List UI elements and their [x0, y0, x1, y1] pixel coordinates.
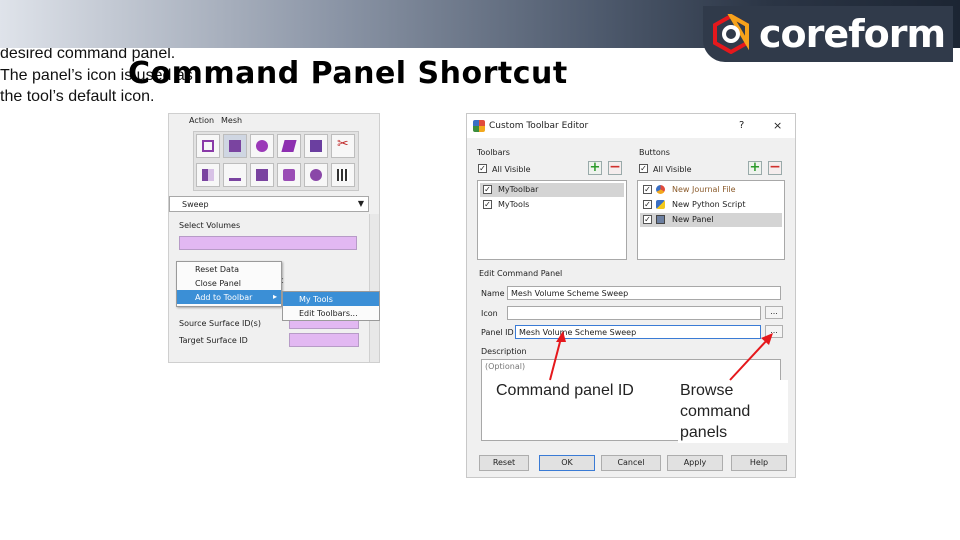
source-surface-label: Source Surface ID(s) — [179, 319, 261, 328]
panel-id-annotation: Command panel ID — [494, 380, 654, 401]
mesh-tool-button[interactable] — [250, 134, 274, 158]
list-item[interactable]: ✓ New Panel — [640, 213, 782, 227]
scissors-icon: ✂ — [337, 136, 349, 152]
coreform-logo: coreform — [703, 6, 953, 62]
target-surface-label: Target Surface ID — [179, 336, 248, 345]
list-item-checkbox[interactable]: ✓ — [643, 185, 652, 194]
scrollbar[interactable] — [369, 214, 379, 362]
panel-icon — [656, 215, 665, 224]
list-item[interactable]: ✓ New Journal File — [640, 183, 782, 197]
coreform-logo-icon — [713, 14, 749, 54]
scheme-dropdown[interactable]: Sweep ▼ — [169, 196, 369, 212]
list-item-label: New Python Script — [672, 200, 746, 209]
cancel-button[interactable]: Cancel — [601, 455, 661, 471]
target-surface-input[interactable] — [289, 333, 359, 347]
chevron-down-icon: ▼ — [357, 199, 364, 208]
tab-mesh[interactable]: Mesh — [221, 116, 242, 125]
mesh-tool-button[interactable] — [304, 134, 328, 158]
remove-toolbar-button[interactable]: − — [608, 160, 622, 175]
journal-icon — [656, 185, 665, 194]
reset-button[interactable]: Reset — [479, 455, 529, 471]
ok-button[interactable]: OK — [539, 455, 595, 471]
help-button[interactable]: Help — [731, 455, 787, 471]
list-item-label: MyTools — [498, 200, 530, 209]
icon-field[interactable] — [507, 306, 761, 320]
mesh-tool-button[interactable] — [196, 163, 220, 187]
python-icon — [656, 200, 665, 209]
list-item-checkbox[interactable]: ✓ — [483, 200, 492, 209]
mesh-tool-button[interactable]: ✂ — [331, 134, 355, 158]
menu-item-label: Add to Toolbar — [195, 293, 253, 302]
toolbars-all-visible-label: All Visible — [492, 165, 531, 174]
add-toolbar-button[interactable]: + — [588, 161, 602, 175]
submenu-item-edit-toolbars[interactable]: Edit Toolbars... — [283, 306, 379, 320]
description-label: Description — [481, 347, 527, 356]
list-item[interactable]: ✓ New Python Script — [640, 198, 782, 212]
mesh-tool-button[interactable] — [223, 163, 247, 187]
toolbars-all-visible-checkbox[interactable]: ✓ — [478, 164, 487, 173]
tab-action[interactable]: Action — [189, 116, 214, 125]
browse-annotation: Browse command panels — [678, 380, 788, 443]
menu-item-add-to-toolbar[interactable]: Add to Toolbar ▸ — [177, 290, 281, 304]
list-item-checkbox[interactable]: ✓ — [483, 185, 492, 194]
mesh-tool-grid: ✂ — [193, 131, 359, 191]
buttons-group-label: Buttons — [639, 148, 670, 157]
toolbars-group-label: Toolbars — [477, 148, 510, 157]
scheme-dropdown-value: Sweep — [182, 200, 209, 209]
mesh-tool-button[interactable] — [277, 134, 301, 158]
browse-panels-button[interactable]: ... — [765, 325, 783, 338]
select-volumes-label: Select Volumes — [179, 221, 241, 230]
remove-button-button[interactable]: − — [768, 160, 782, 175]
mesh-tool-button[interactable] — [304, 163, 328, 187]
apply-button[interactable]: Apply — [667, 455, 723, 471]
toolbars-list: ✓ MyToolbar ✓ MyTools — [477, 180, 627, 260]
mesh-tool-button[interactable] — [331, 163, 355, 187]
chevron-right-icon: ▸ — [272, 292, 277, 301]
name-label: Name — [481, 289, 505, 298]
menu-item-close-panel[interactable]: Close Panel — [177, 276, 281, 290]
command-panel-screenshot: Action Mesh ✂ Sweep ▼ Select Volumes rge… — [168, 113, 380, 363]
app-icon — [473, 120, 485, 132]
icon-label: Icon — [481, 309, 498, 318]
mesh-tool-button[interactable] — [250, 163, 274, 187]
slide-title: Command Panel Shortcut — [128, 56, 568, 91]
list-item-checkbox[interactable]: ✓ — [643, 200, 652, 209]
mesh-tool-button[interactable] — [196, 134, 220, 158]
add-button-button[interactable]: + — [748, 161, 762, 175]
editor-title: Custom Toolbar Editor — [489, 121, 589, 131]
brand-name: coreform — [759, 12, 946, 56]
list-item-label: New Journal File — [672, 185, 736, 194]
list-item-label: MyToolbar — [498, 185, 539, 194]
close-icon[interactable]: × — [773, 119, 782, 132]
menu-item-reset-data[interactable]: Reset Data — [177, 262, 281, 276]
browse-icon-button[interactable]: ... — [765, 306, 783, 319]
list-item-label: New Panel — [672, 215, 714, 224]
buttons-all-visible-label: All Visible — [653, 165, 692, 174]
list-item-checkbox[interactable]: ✓ — [643, 215, 652, 224]
list-item[interactable]: ✓ MyToolbar — [480, 183, 624, 197]
context-menu: Reset Data Close Panel Add to Toolbar ▸ — [176, 261, 282, 307]
submenu-item-my-tools[interactable]: My Tools — [283, 292, 379, 306]
panel-id-label: Panel ID — [481, 328, 514, 337]
help-icon[interactable]: ? — [739, 120, 744, 131]
panel-id-field[interactable]: Mesh Volume Scheme Sweep — [515, 325, 761, 339]
buttons-all-visible-checkbox[interactable]: ✓ — [639, 164, 648, 173]
list-item[interactable]: ✓ MyTools — [480, 198, 624, 212]
buttons-list: ✓ New Journal File ✓ New Python Script ✓… — [637, 180, 785, 260]
mesh-tool-button[interactable] — [277, 163, 301, 187]
name-field[interactable]: Mesh Volume Scheme Sweep — [507, 286, 781, 300]
mesh-tool-button[interactable] — [223, 134, 247, 158]
add-to-toolbar-submenu: My Tools Edit Toolbars... — [282, 291, 380, 321]
select-volumes-input[interactable] — [179, 236, 357, 250]
slide: coreform Command Panel Shortcut Action M… — [0, 0, 960, 540]
edit-command-panel-label: Edit Command Panel — [479, 269, 563, 278]
